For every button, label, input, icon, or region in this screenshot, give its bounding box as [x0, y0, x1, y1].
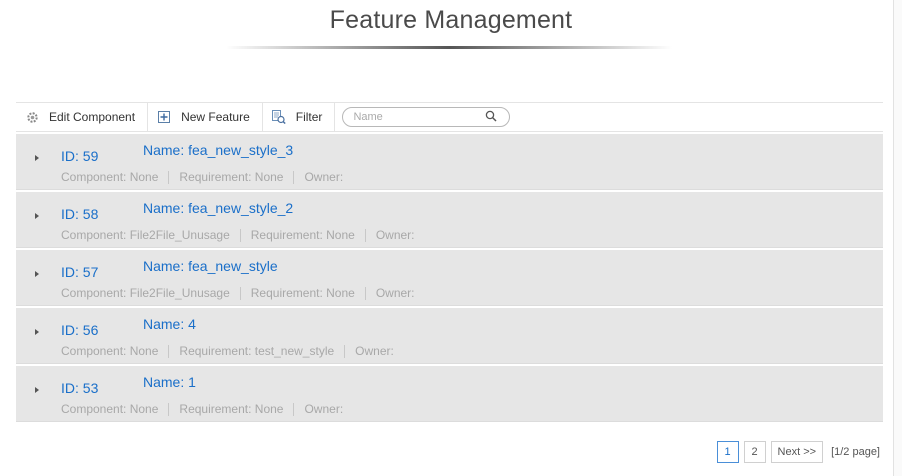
feature-name[interactable]: Name: fea_new_style	[143, 258, 278, 274]
next-page-button[interactable]: Next >>	[770, 441, 824, 463]
feature-row[interactable]: ID: 53 Name: 1 Component: None Requireme…	[16, 366, 883, 422]
divider	[364, 286, 366, 300]
gear-icon	[25, 110, 39, 124]
divider	[344, 344, 346, 358]
title-underline	[226, 46, 672, 49]
expand-caret-icon[interactable]	[35, 155, 39, 161]
expand-caret-icon[interactable]	[35, 329, 39, 335]
feature-id[interactable]: ID: 57	[61, 264, 98, 280]
feature-name[interactable]: Name: fea_new_style_3	[143, 142, 293, 158]
divider	[293, 170, 295, 184]
new-feature-button[interactable]: New Feature	[148, 103, 263, 131]
feature-requirement: Requirement: test_new_style	[179, 344, 335, 358]
expand-caret-icon[interactable]	[35, 271, 39, 277]
expand-caret-icon[interactable]	[35, 387, 39, 393]
feature-row[interactable]: ID: 58 Name: fea_new_style_2 Component: …	[16, 192, 883, 248]
toolbar: Edit Component New Feature Filter	[16, 102, 883, 132]
feature-row[interactable]: ID: 56 Name: 4 Component: None Requireme…	[16, 308, 883, 364]
feature-name[interactable]: Name: 1	[143, 374, 196, 390]
feature-component: Component: None	[61, 170, 159, 184]
feature-meta: Component: None Requirement: None Owner:	[61, 170, 343, 184]
feature-owner: Owner:	[304, 170, 344, 184]
feature-component: Component: File2File_Unusage	[61, 286, 230, 300]
search-input[interactable]	[353, 111, 484, 123]
feature-name[interactable]: Name: 4	[143, 316, 196, 332]
feature-meta: Component: None Requirement: None Owner:	[61, 402, 343, 416]
divider	[239, 228, 241, 242]
feature-id[interactable]: ID: 59	[61, 148, 98, 164]
feature-meta: Component: File2File_Unusage Requirement…	[61, 286, 415, 300]
divider	[168, 402, 170, 416]
feature-owner: Owner:	[375, 228, 415, 242]
feature-owner: Owner:	[355, 344, 394, 358]
feature-meta: Component: None Requirement: test_new_st…	[61, 344, 394, 358]
feature-name[interactable]: Name: fea_new_style_2	[143, 200, 293, 216]
divider	[364, 228, 366, 242]
page-indicator: [1/2 page]	[831, 446, 880, 458]
divider	[293, 402, 295, 416]
page-2-button[interactable]: 2	[743, 441, 766, 463]
feature-row[interactable]: ID: 59 Name: fea_new_style_3 Component: …	[16, 134, 883, 190]
feature-requirement: Requirement: None	[250, 286, 355, 300]
search-icon[interactable]	[485, 110, 497, 125]
feature-requirement: Requirement: None	[179, 170, 284, 184]
feature-owner: Owner:	[375, 286, 415, 300]
page-title: Feature Management	[329, 6, 573, 34]
feature-id[interactable]: ID: 58	[61, 206, 98, 222]
right-scroll-rail	[893, 0, 902, 476]
feature-component: Component: None	[61, 402, 159, 416]
filter-button[interactable]: Filter	[263, 103, 336, 131]
feature-owner: Owner:	[304, 402, 344, 416]
edit-component-button[interactable]: Edit Component	[16, 103, 149, 131]
feature-id[interactable]: ID: 53	[61, 380, 98, 396]
new-feature-label: New Feature	[181, 110, 250, 124]
page-1-button[interactable]: 1	[716, 441, 739, 463]
filter-icon	[271, 110, 286, 124]
feature-row[interactable]: ID: 57 Name: fea_new_style Component: Fi…	[16, 250, 883, 306]
expand-caret-icon[interactable]	[35, 213, 39, 219]
search-box	[342, 107, 511, 127]
feature-requirement: Requirement: None	[250, 228, 355, 242]
pagination: 1 2 Next >> [1/2 page]	[712, 441, 880, 463]
divider	[168, 344, 170, 358]
feature-id[interactable]: ID: 56	[61, 322, 98, 338]
feature-component: Component: None	[61, 344, 159, 358]
edit-component-label: Edit Component	[49, 110, 136, 124]
feature-list: ID: 59 Name: fea_new_style_3 Component: …	[16, 134, 883, 424]
feature-component: Component: File2File_Unusage	[61, 228, 230, 242]
add-box-icon	[157, 110, 171, 124]
divider	[168, 170, 170, 184]
divider	[239, 286, 241, 300]
feature-requirement: Requirement: None	[179, 402, 284, 416]
filter-label: Filter	[295, 110, 323, 124]
feature-meta: Component: File2File_Unusage Requirement…	[61, 228, 415, 242]
